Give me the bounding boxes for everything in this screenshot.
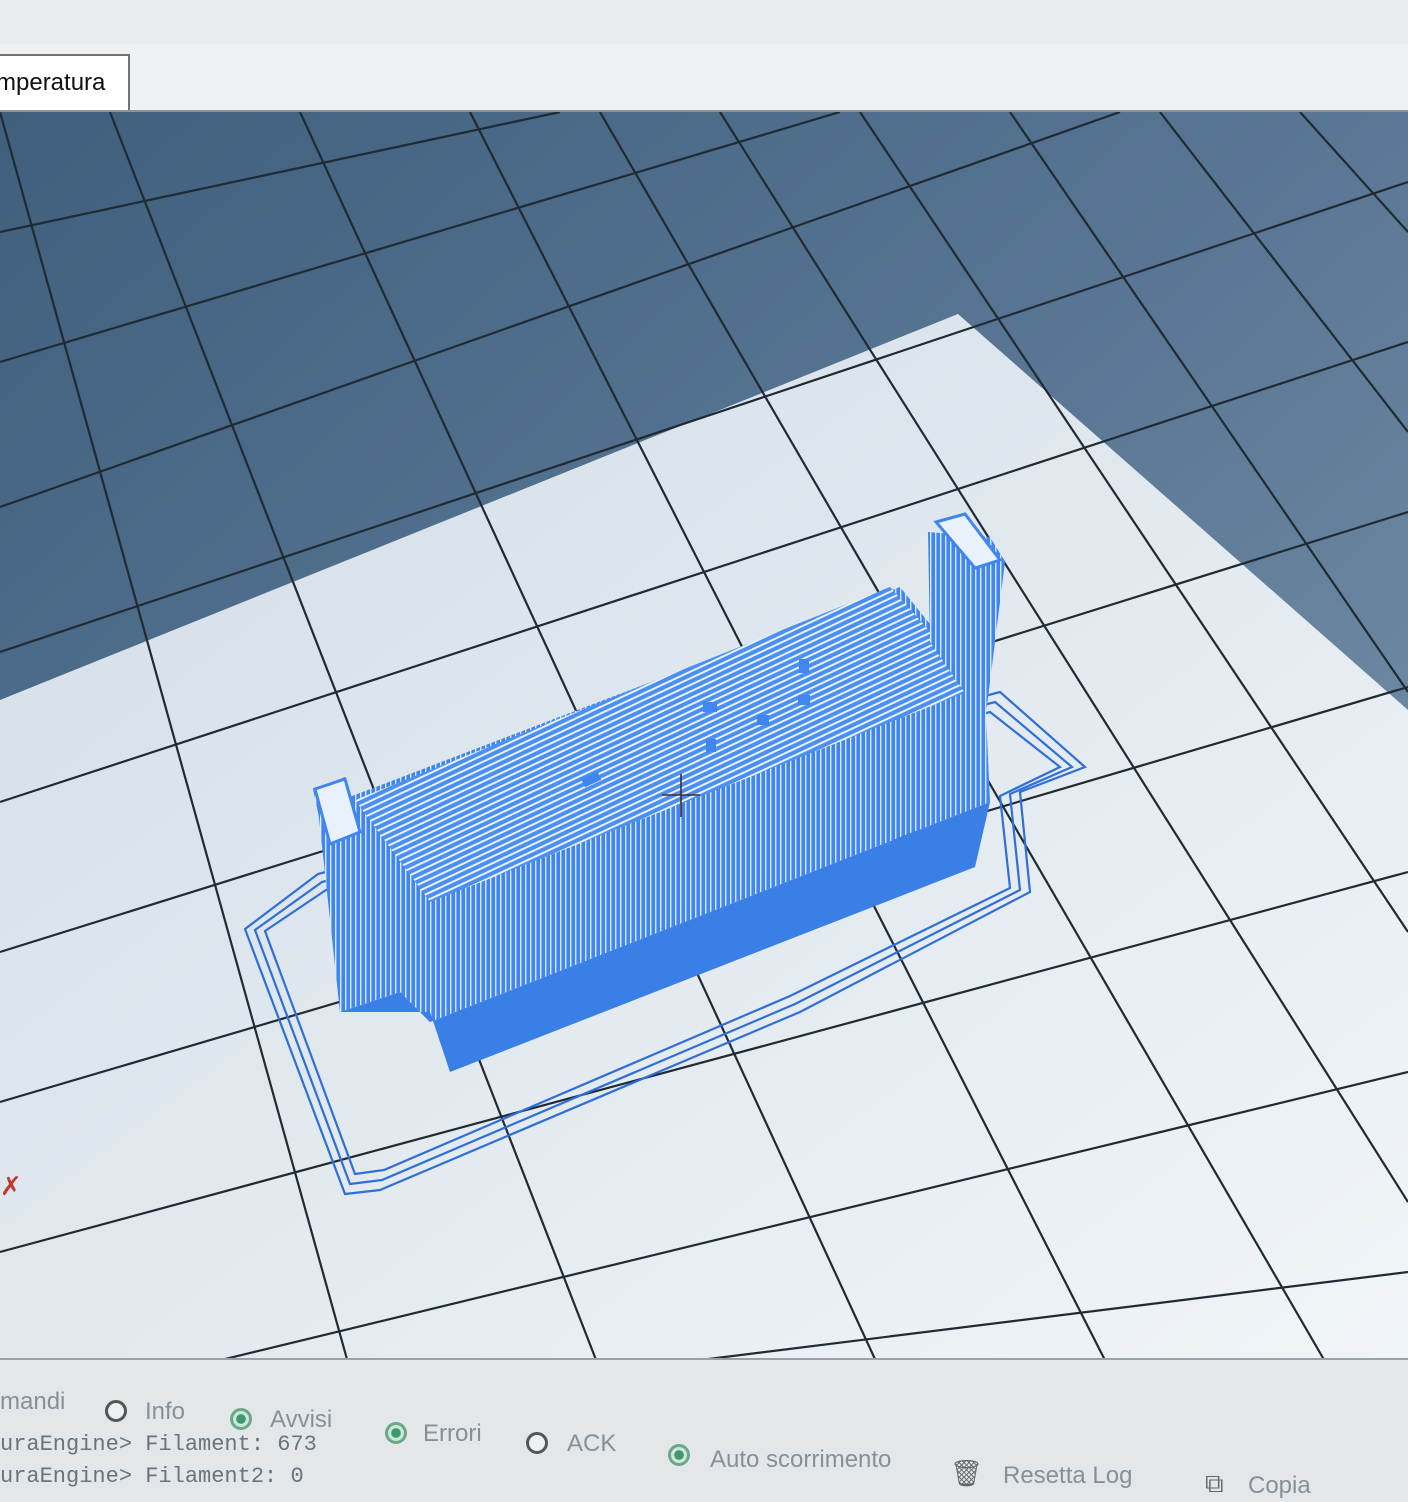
filter-errori-label: Errori xyxy=(423,1420,482,1447)
tab-strip xyxy=(0,44,1408,112)
filter-errori-radio[interactable] xyxy=(385,1422,407,1444)
tab-temperatura[interactable]: mperatura xyxy=(0,54,130,110)
preview-canvas[interactable]: ✗ xyxy=(0,112,1408,1370)
log-line: uraEngine> Filament2: 0 xyxy=(0,1464,304,1489)
log-panel-label: mandi xyxy=(0,1388,66,1415)
window-top-bar xyxy=(0,0,1408,45)
filter-info-label: Info xyxy=(145,1398,186,1425)
filter-avvisi-label: Avvisi xyxy=(270,1406,333,1433)
filter-info-radio[interactable] xyxy=(105,1400,127,1422)
filter-autoscroll-radio[interactable] xyxy=(668,1444,690,1466)
filter-avvisi-radio[interactable] xyxy=(230,1408,252,1430)
3d-print-preview[interactable]: ✗ xyxy=(0,112,1408,1370)
reset-log-button[interactable]: Resetta Log xyxy=(1003,1462,1132,1490)
trash-icon[interactable]: 🗑 xyxy=(950,1458,983,1489)
log-line: uraEngine> Filament: 673 xyxy=(0,1432,317,1457)
copy-icon[interactable]: ⧉ xyxy=(1205,1468,1224,1500)
filter-ack-label: ACK xyxy=(567,1430,617,1457)
filter-autoscroll-label: Auto scorrimento xyxy=(710,1446,892,1473)
log-panel: mandi Info Avvisi Errori ACK Auto scorri… xyxy=(0,1358,1408,1502)
axis-marker: ✗ xyxy=(0,1171,22,1201)
copy-button[interactable]: Copia xyxy=(1248,1472,1311,1500)
filter-ack-radio[interactable] xyxy=(526,1432,548,1454)
